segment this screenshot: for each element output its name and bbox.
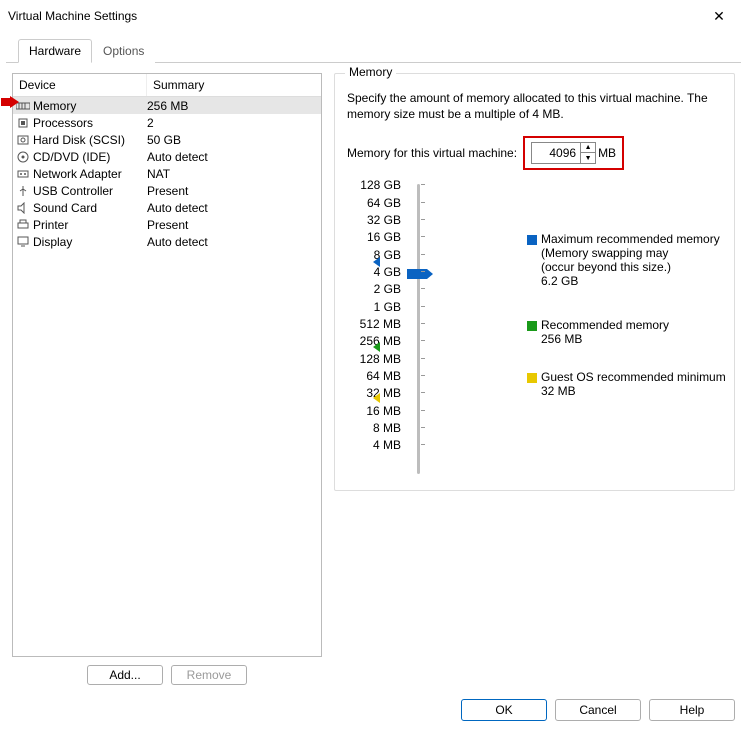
scale-tick: [421, 306, 425, 307]
memory-group: Memory Specify the amount of memory allo…: [334, 73, 735, 491]
cpu-icon: [15, 116, 31, 130]
square-icon: [527, 235, 537, 245]
scale-tick: [421, 427, 425, 428]
pointer-arrow-icon: [1, 96, 19, 108]
device-name: USB Controller: [33, 184, 147, 198]
scale-label: 64 MB: [347, 369, 401, 383]
add-button[interactable]: Add...: [87, 665, 163, 685]
tab-options[interactable]: Options: [92, 39, 155, 63]
device-summary: Auto detect: [147, 201, 319, 215]
cancel-button[interactable]: Cancel: [555, 699, 641, 721]
device-name: Memory: [33, 99, 147, 113]
scale-tick: [421, 444, 425, 445]
device-name: Display: [33, 235, 147, 249]
legend-min: Guest OS recommended minimum 32 MB: [527, 370, 726, 398]
memory-description: Specify the amount of memory allocated t…: [347, 90, 722, 122]
device-row-processors[interactable]: Processors2: [13, 114, 321, 131]
device-summary: Present: [147, 184, 319, 198]
scale-label: 128 GB: [347, 178, 401, 192]
marker-min-icon: [373, 393, 380, 403]
memory-input-highlight: ▲ ▼ MB: [523, 136, 624, 170]
device-name: CD/DVD (IDE): [33, 150, 147, 164]
device-table-header: Device Summary: [13, 74, 321, 97]
scale-tick: [421, 392, 425, 393]
device-row-network-adapter[interactable]: Network AdapterNAT: [13, 165, 321, 182]
device-row-sound-card[interactable]: Sound CardAuto detect: [13, 199, 321, 216]
device-summary: Present: [147, 218, 319, 232]
tab-bar: Hardware Options: [6, 32, 741, 63]
scale-tick: [421, 288, 425, 289]
scale-label: 16 GB: [347, 230, 401, 244]
device-row-hard-disk-scsi-[interactable]: Hard Disk (SCSI)50 GB: [13, 131, 321, 148]
device-name: Sound Card: [33, 201, 147, 215]
scale-label: 1 GB: [347, 300, 401, 314]
scale-tick: [421, 323, 425, 324]
help-button[interactable]: Help: [649, 699, 735, 721]
remove-button: Remove: [171, 665, 247, 685]
tab-hardware[interactable]: Hardware: [18, 39, 92, 63]
col-summary[interactable]: Summary: [147, 74, 321, 96]
device-name: Printer: [33, 218, 147, 232]
scale-tick: [421, 375, 425, 376]
network-icon: [15, 167, 31, 181]
device-row-display[interactable]: DisplayAuto detect: [13, 233, 321, 250]
memory-scale-labels: 128 GB64 GB32 GB16 GB8 GB4 GB2 GB1 GB512…: [347, 184, 407, 474]
legend-recommended: Recommended memory 256 MB: [527, 318, 669, 346]
scale-label: 128 MB: [347, 352, 401, 366]
ok-button[interactable]: OK: [461, 699, 547, 721]
device-row-usb-controller[interactable]: USB ControllerPresent: [13, 182, 321, 199]
device-row-printer[interactable]: PrinterPresent: [13, 216, 321, 233]
device-row-memory[interactable]: Memory256 MB: [13, 97, 321, 114]
usb-icon: [15, 184, 31, 198]
device-summary: Auto detect: [147, 150, 319, 164]
disk-icon: [15, 133, 31, 147]
device-summary: NAT: [147, 167, 319, 181]
device-table[interactable]: Device Summary Memory256 MBProcessors2Ha…: [12, 73, 322, 657]
close-icon[interactable]: ✕: [699, 8, 739, 25]
scale-label: 64 GB: [347, 196, 401, 210]
scale-tick: [421, 271, 425, 272]
memory-slider-track[interactable]: [411, 184, 425, 474]
device-name: Hard Disk (SCSI): [33, 133, 147, 147]
window-title: Virtual Machine Settings: [8, 9, 699, 23]
marker-max-icon: [373, 257, 380, 267]
memory-label: Memory for this virtual machine:: [347, 146, 517, 160]
device-summary: Auto detect: [147, 235, 319, 249]
device-name: Processors: [33, 116, 147, 130]
printer-icon: [15, 218, 31, 232]
scale-label: 16 MB: [347, 404, 401, 418]
spinner-up-icon[interactable]: ▲: [581, 143, 595, 153]
scale-tick: [421, 410, 425, 411]
memory-input[interactable]: [532, 143, 580, 163]
device-summary: 256 MB: [147, 99, 319, 113]
sound-icon: [15, 201, 31, 215]
scale-label: 32 GB: [347, 213, 401, 227]
display-icon: [15, 235, 31, 249]
scale-tick: [421, 358, 425, 359]
device-row-cd-dvd-ide-[interactable]: CD/DVD (IDE)Auto detect: [13, 148, 321, 165]
scale-tick: [421, 184, 425, 185]
legend-max: Maximum recommended memory (Memory swapp…: [527, 232, 720, 288]
device-name: Network Adapter: [33, 167, 147, 181]
cd-icon: [15, 150, 31, 164]
scale-label: 512 MB: [347, 317, 401, 331]
device-summary: 50 GB: [147, 133, 319, 147]
scale-tick: [421, 219, 425, 220]
scale-label: 2 GB: [347, 282, 401, 296]
memory-legend: Memory: [345, 65, 396, 79]
scale-tick: [421, 236, 425, 237]
scale-tick: [421, 202, 425, 203]
square-icon: [527, 321, 537, 331]
device-summary: 2: [147, 116, 319, 130]
scale-tick: [421, 254, 425, 255]
col-device[interactable]: Device: [13, 74, 147, 96]
square-icon: [527, 373, 537, 383]
scale-label: 4 MB: [347, 438, 401, 452]
scale-label: 8 MB: [347, 421, 401, 435]
scale-tick: [421, 340, 425, 341]
marker-recommended-icon: [373, 342, 380, 352]
memory-unit: MB: [598, 146, 616, 160]
spinner-down-icon[interactable]: ▼: [581, 153, 595, 163]
